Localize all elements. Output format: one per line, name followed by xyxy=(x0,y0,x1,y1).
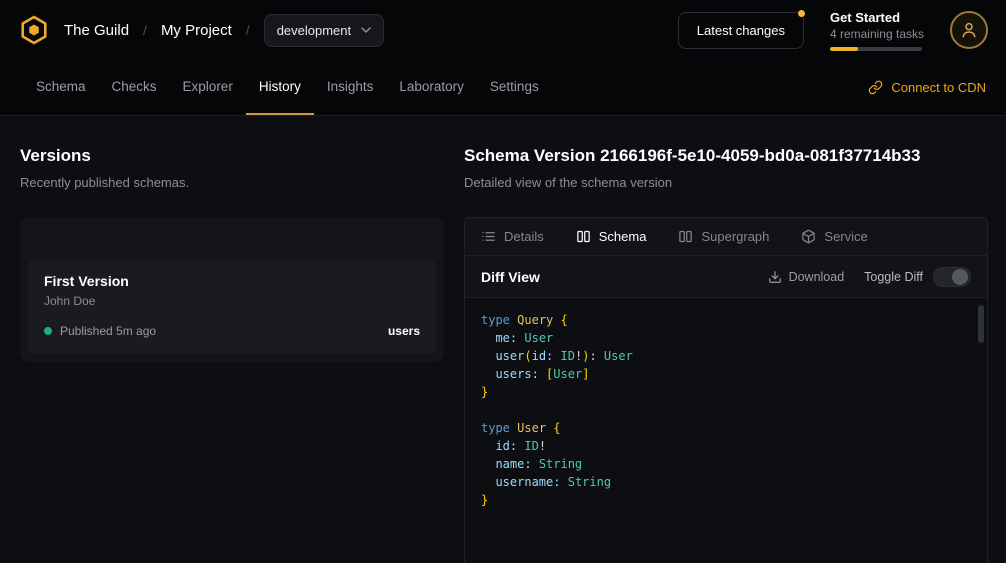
version-status: Published 5m ago xyxy=(60,324,156,338)
detail-tab-supergraph[interactable]: Supergraph xyxy=(678,229,769,244)
breadcrumb-project[interactable]: My Project xyxy=(161,22,232,39)
download-icon xyxy=(768,270,782,284)
tab-insights[interactable]: Insights xyxy=(314,60,387,115)
main-content: Versions Recently published schemas. Fir… xyxy=(0,116,1006,563)
get-started-progress-fill xyxy=(830,47,858,51)
tab-label: Insights xyxy=(327,79,374,94)
versions-section: Versions Recently published schemas. Fir… xyxy=(20,146,444,563)
top-bar: The Guild / My Project / development Lat… xyxy=(0,0,1006,60)
versions-title: Versions xyxy=(20,146,444,166)
tab-label: History xyxy=(259,79,301,94)
chevron-down-icon xyxy=(361,27,371,33)
breadcrumb-org[interactable]: The Guild xyxy=(64,22,129,39)
tab-label: Checks xyxy=(112,79,157,94)
environment-dropdown[interactable]: development xyxy=(264,14,384,47)
breadcrumb-separator: / xyxy=(246,22,250,38)
latest-changes-label: Latest changes xyxy=(697,23,785,38)
columns-icon xyxy=(576,229,591,244)
version-detail-title: Schema Version 2166196f-5e10-4059-bd0a-0… xyxy=(464,146,988,166)
version-list-item[interactable]: First Version John Doe Published 5m ago … xyxy=(28,259,436,354)
tab-checks[interactable]: Checks xyxy=(99,60,170,115)
detail-tab-label: Schema xyxy=(599,229,647,244)
published-status-dot xyxy=(44,327,52,335)
download-button[interactable]: Download xyxy=(768,270,845,284)
tab-label: Laboratory xyxy=(399,79,464,94)
version-name: First Version xyxy=(44,273,420,289)
version-detail-section: Schema Version 2166196f-5e10-4059-bd0a-0… xyxy=(464,146,988,563)
code-block: type Query { me: User user(id: ID!): Use… xyxy=(481,311,971,509)
tab-schema[interactable]: Schema xyxy=(23,60,99,115)
tab-laboratory[interactable]: Laboratory xyxy=(386,60,477,115)
user-avatar[interactable] xyxy=(950,11,988,49)
link-icon xyxy=(868,80,883,95)
detail-tab-details[interactable]: Details xyxy=(481,229,544,244)
get-started-title: Get Started xyxy=(830,10,924,25)
get-started-progress xyxy=(830,47,922,51)
tab-history[interactable]: History xyxy=(246,60,314,115)
get-started-widget[interactable]: Get Started 4 remaining tasks xyxy=(830,10,924,51)
diff-view-title: Diff View xyxy=(481,269,540,285)
toggle-diff-switch[interactable] xyxy=(933,267,971,287)
notification-dot xyxy=(798,10,805,17)
version-detail-panel: Details Schema Sup xyxy=(464,217,988,563)
connect-to-cdn-link[interactable]: Connect to CDN xyxy=(868,60,986,115)
tab-explorer[interactable]: Explorer xyxy=(170,60,246,115)
detail-tab-service[interactable]: Service xyxy=(801,229,867,244)
version-author: John Doe xyxy=(44,294,420,308)
hive-logo-icon[interactable] xyxy=(18,14,50,46)
version-detail-subtitle: Detailed view of the schema version xyxy=(464,175,988,190)
toggle-diff-label: Toggle Diff xyxy=(864,270,923,284)
detail-tabs: Details Schema Sup xyxy=(465,218,987,256)
detail-tab-schema[interactable]: Schema xyxy=(576,229,647,244)
service-badge: users xyxy=(388,324,420,338)
latest-changes-button[interactable]: Latest changes xyxy=(678,12,804,49)
detail-tab-label: Details xyxy=(504,229,544,244)
versions-subtitle: Recently published schemas. xyxy=(20,175,444,190)
tab-label: Settings xyxy=(490,79,539,94)
diff-view-toolbar: Diff View Download Toggle Diff xyxy=(465,256,987,298)
switch-knob xyxy=(952,269,968,285)
connect-to-cdn-label: Connect to CDN xyxy=(891,80,986,95)
breadcrumb-separator: / xyxy=(143,22,147,38)
person-icon xyxy=(959,20,979,40)
list-icon xyxy=(481,229,496,244)
versions-card: First Version John Doe Published 5m ago … xyxy=(20,217,444,362)
download-label: Download xyxy=(789,270,845,284)
environment-dropdown-value: development xyxy=(277,23,351,38)
detail-tab-label: Supergraph xyxy=(701,229,769,244)
box-icon xyxy=(801,229,816,244)
main-navigation: Schema Checks Explorer History Insights … xyxy=(0,60,1006,116)
tab-label: Explorer xyxy=(183,79,233,94)
tab-label: Schema xyxy=(36,79,86,94)
columns-icon xyxy=(678,229,693,244)
get-started-subtitle: 4 remaining tasks xyxy=(830,27,924,41)
detail-tab-label: Service xyxy=(824,229,867,244)
vertical-scrollbar-thumb[interactable] xyxy=(978,305,984,343)
tab-settings[interactable]: Settings xyxy=(477,60,552,115)
schema-code-viewer: type Query { me: User user(id: ID!): Use… xyxy=(465,298,987,563)
